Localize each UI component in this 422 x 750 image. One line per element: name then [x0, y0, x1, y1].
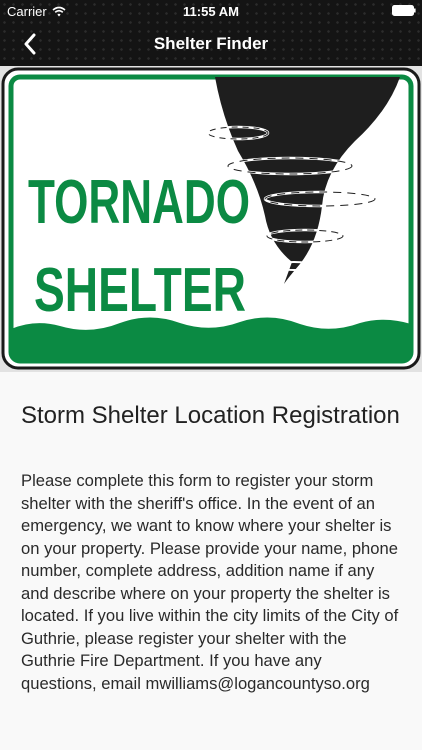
tornado-shelter-sign-image: TORNADO SHELTER [0, 66, 422, 372]
battery-icon [392, 5, 416, 16]
sign-text-tornado: TORNADO [28, 168, 250, 237]
tornado-shelter-sign: TORNADO SHELTER [1, 67, 421, 370]
sign-text-shelter: SHELTER [34, 256, 246, 325]
registration-description: Please complete this form to register yo… [21, 471, 399, 693]
registration-title: Storm Shelter Location Registration [21, 402, 400, 429]
top-bar: Carrier 11:55 AM Shelter Finder [0, 0, 422, 66]
status-bar: Carrier 11:55 AM [0, 0, 422, 22]
status-time: 11:55 AM [183, 4, 239, 19]
registration-section: Storm Shelter Location Registration Plea… [0, 372, 422, 750]
page-title: Shelter Finder [153, 34, 269, 53]
navigation-bar: Shelter Finder [0, 22, 422, 66]
